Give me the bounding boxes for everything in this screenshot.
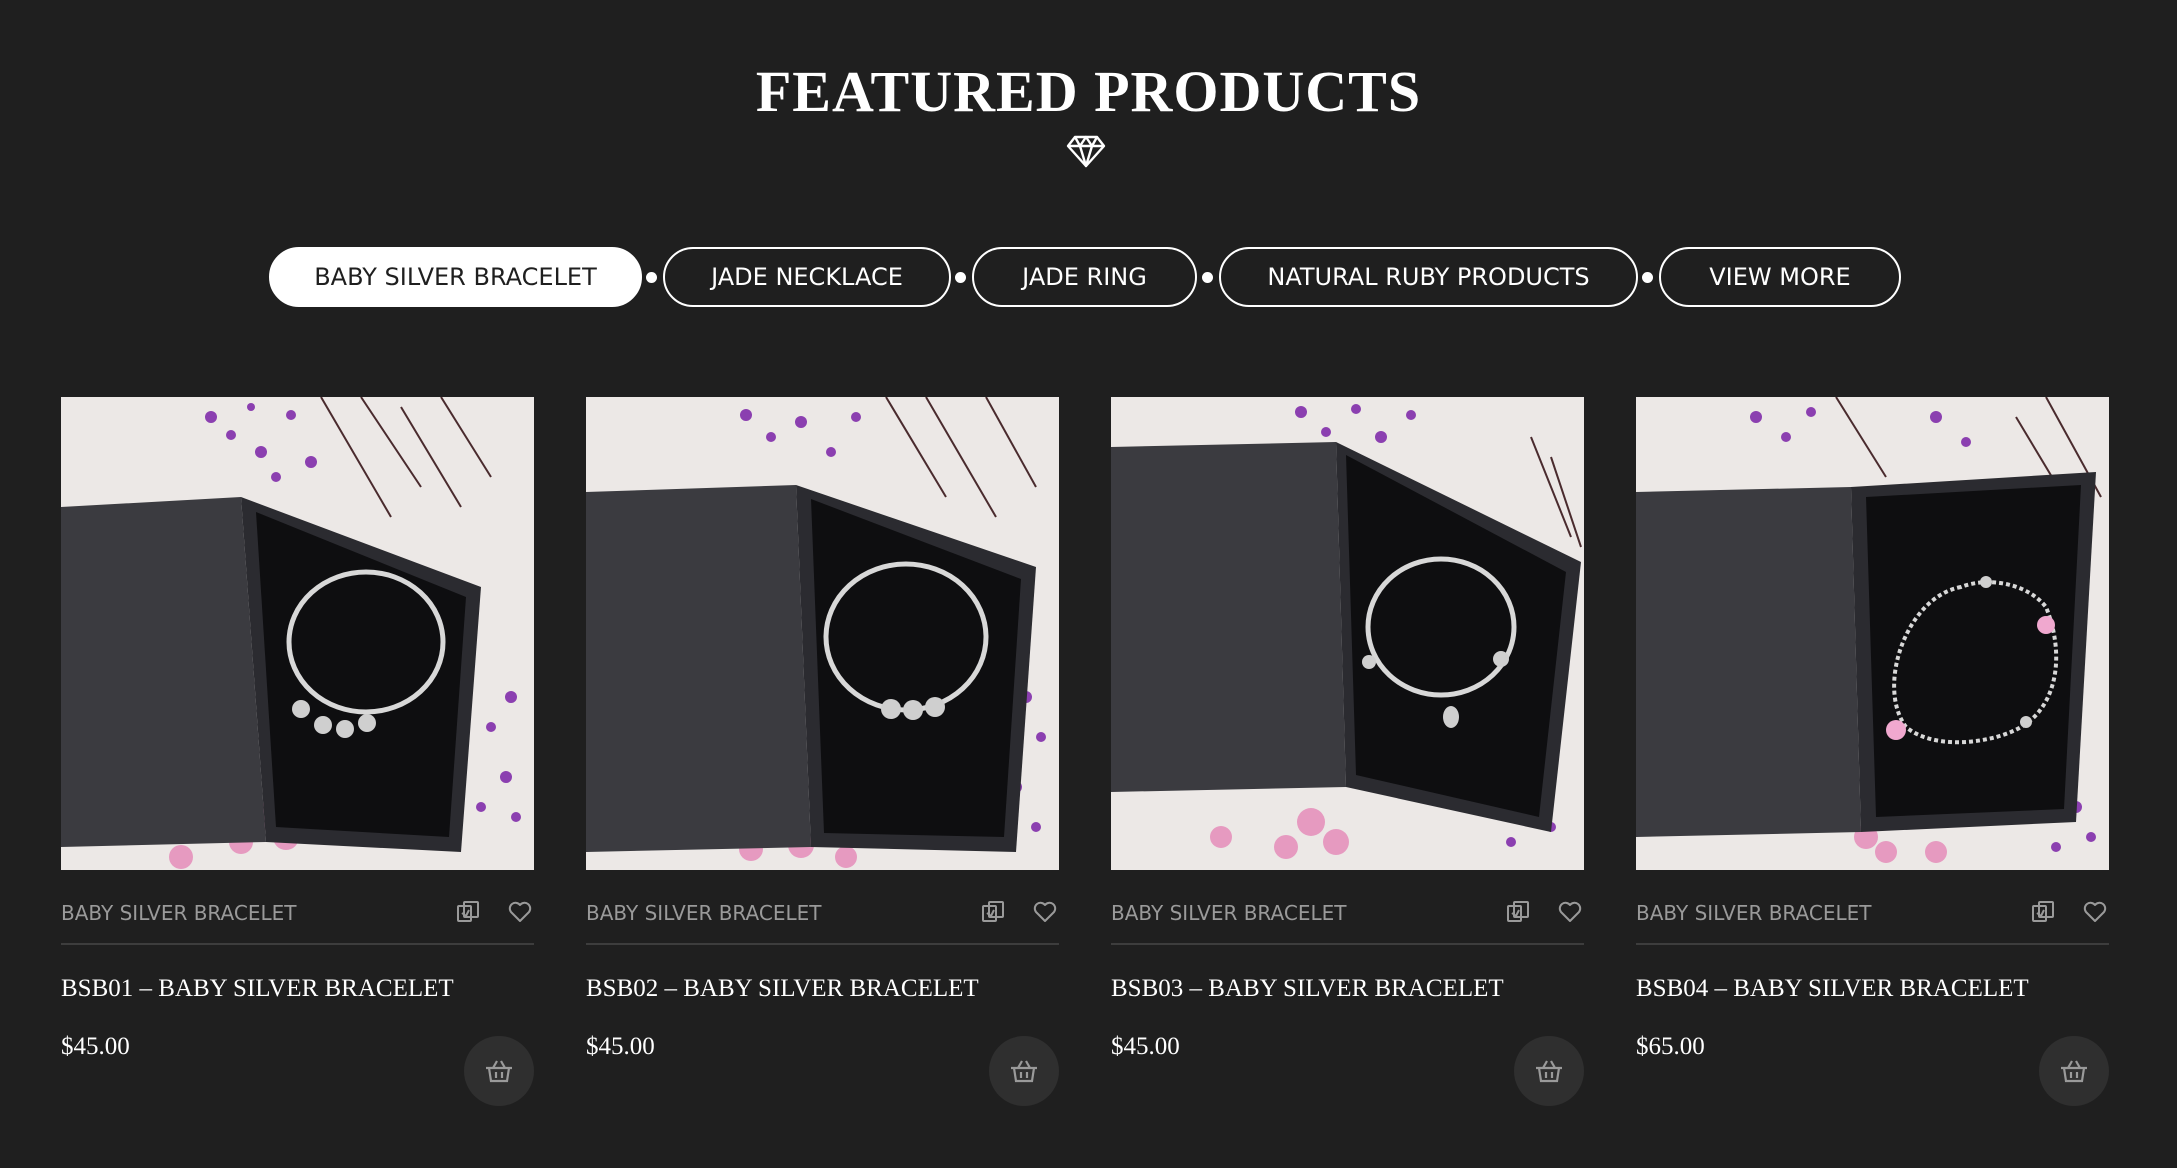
product-card: BABY SILVER BRACELET BSB01 – BABY SILVER… [61, 397, 534, 1107]
card-divider [586, 943, 1059, 945]
tab-baby-silver-bracelet[interactable]: BABY SILVER BRACELET [269, 247, 642, 307]
product-image[interactable] [61, 397, 534, 870]
featured-products-section: FEATURED PRODUCTS BABY SILVER BRACELET J… [0, 0, 2177, 1168]
tab-jade-ring[interactable]: JADE RING [972, 247, 1197, 307]
product-meta-row: BABY SILVER BRACELET [1636, 899, 2109, 929]
basket-icon [1011, 1060, 1037, 1083]
product-title[interactable]: BSB04 – BABY SILVER BRACELET [1636, 975, 2029, 1003]
category-tabs: BABY SILVER BRACELET JADE NECKLACE JADE … [0, 247, 2177, 309]
compare-icon[interactable] [1505, 899, 1531, 925]
basket-icon [486, 1060, 512, 1083]
product-category-link[interactable]: BABY SILVER BRACELET [61, 901, 296, 925]
card-divider [1111, 943, 1584, 945]
tab-separator-dot [646, 272, 657, 283]
compare-icon[interactable] [980, 899, 1006, 925]
tab-separator-dot [1642, 272, 1653, 283]
product-price: $45.00 [586, 1033, 655, 1060]
add-to-cart-button[interactable] [464, 1036, 534, 1106]
card-divider [61, 943, 534, 945]
heart-icon[interactable] [507, 899, 533, 925]
product-card: BABY SILVER BRACELET BSB03 – BABY SILVER… [1111, 397, 1584, 1107]
product-title[interactable]: BSB02 – BABY SILVER BRACELET [586, 975, 979, 1003]
tab-separator-dot [1202, 272, 1213, 283]
product-meta-row: BABY SILVER BRACELET [61, 899, 534, 929]
product-image[interactable] [1111, 397, 1584, 870]
heart-icon[interactable] [1557, 899, 1583, 925]
tab-separator-dot [955, 272, 966, 283]
add-to-cart-button[interactable] [989, 1036, 1059, 1106]
product-category-link[interactable]: BABY SILVER BRACELET [586, 901, 821, 925]
add-to-cart-button[interactable] [1514, 1036, 1584, 1106]
product-image[interactable] [1636, 397, 2109, 870]
product-price: $45.00 [61, 1033, 130, 1060]
product-title[interactable]: BSB01 – BABY SILVER BRACELET [61, 975, 454, 1003]
product-category-link[interactable]: BABY SILVER BRACELET [1111, 901, 1346, 925]
tab-jade-necklace[interactable]: JADE NECKLACE [663, 247, 951, 307]
product-price: $65.00 [1636, 1033, 1705, 1060]
product-meta-row: BABY SILVER BRACELET [1111, 899, 1584, 929]
tab-natural-ruby-products[interactable]: NATURAL RUBY PRODUCTS [1219, 247, 1638, 307]
product-image[interactable] [586, 397, 1059, 870]
section-title: FEATURED PRODUCTS [755, 59, 1422, 124]
product-meta-row: BABY SILVER BRACELET [586, 899, 1059, 929]
basket-icon [1536, 1060, 1562, 1083]
product-card: BABY SILVER BRACELET BSB04 – BABY SILVER… [1636, 397, 2109, 1107]
compare-icon[interactable] [2030, 899, 2056, 925]
product-category-link[interactable]: BABY SILVER BRACELET [1636, 901, 1871, 925]
tab-view-more[interactable]: VIEW MORE [1659, 247, 1901, 307]
product-price: $45.00 [1111, 1033, 1180, 1060]
product-title[interactable]: BSB03 – BABY SILVER BRACELET [1111, 975, 1504, 1003]
diamond-icon [1066, 135, 1106, 168]
heart-icon[interactable] [1032, 899, 1058, 925]
product-card: BABY SILVER BRACELET BSB02 – BABY SILVER… [586, 397, 1059, 1107]
add-to-cart-button[interactable] [2039, 1036, 2109, 1106]
card-divider [1636, 943, 2109, 945]
basket-icon [2061, 1060, 2087, 1083]
compare-icon[interactable] [455, 899, 481, 925]
heart-icon[interactable] [2082, 899, 2108, 925]
